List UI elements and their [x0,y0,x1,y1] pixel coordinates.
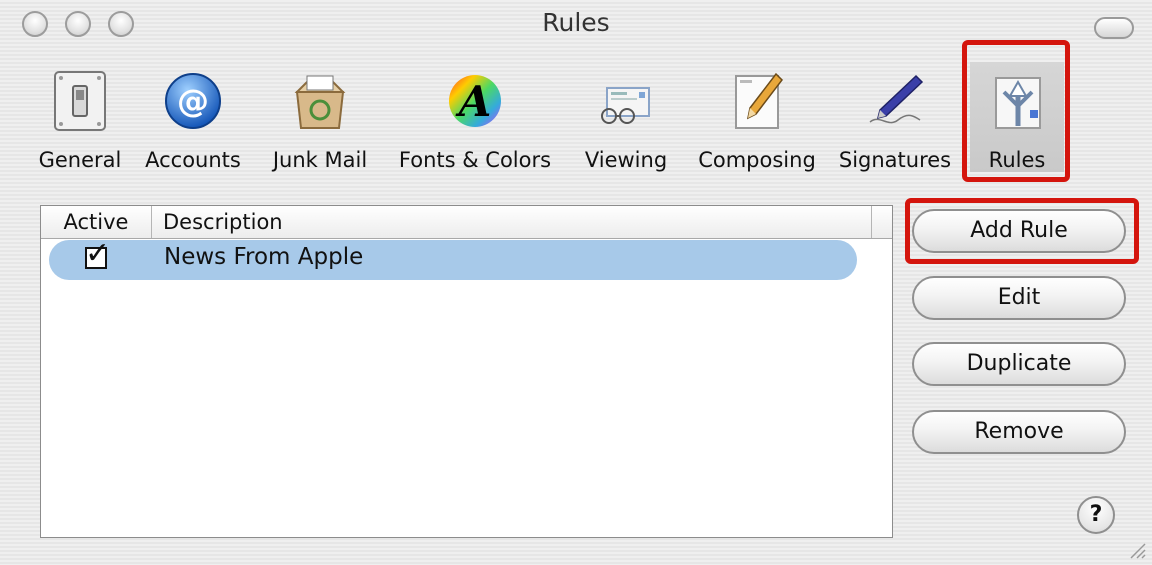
checkmark-icon: ✓ [85,236,111,271]
tab-fonts-colors-label: Fonts & Colors [398,148,552,172]
preferences-window: Rules General @ Accounts Junk Mail A Fon… [0,0,1152,565]
tab-accounts-label: Accounts [145,148,241,172]
rule-description: News From Apple [164,244,364,270]
glasses-icon [601,87,650,124]
rules-table[interactable]: Active Description ✓ News From Apple [40,205,893,538]
tab-junk-mail-label: Junk Mail [272,148,368,172]
duplicate-button[interactable]: Duplicate [912,342,1126,386]
rules-tab-highlight [962,40,1070,182]
help-button[interactable]: ? [1077,496,1115,534]
table-header: Active Description [41,206,892,239]
at-icon: @ [165,73,221,129]
tab-composing-label: Composing [698,148,816,172]
tab-fonts-colors[interactable]: A Fonts & Colors [388,62,562,172]
pencil-icon [735,72,783,129]
add-rule-highlight [905,198,1139,264]
svg-text:@: @ [177,82,209,120]
toolbar-toggle-button[interactable] [1094,17,1134,39]
resize-grip-icon[interactable] [1128,541,1146,559]
font-color-icon: A [449,75,501,127]
column-header-description[interactable]: Description [153,206,872,238]
edit-button[interactable]: Edit [912,276,1126,320]
tab-viewing[interactable]: Viewing [574,62,678,172]
tab-junk-mail[interactable]: Junk Mail [262,62,378,172]
tab-signatures[interactable]: Signatures [836,62,954,172]
tab-general[interactable]: General [28,62,132,172]
tab-composing[interactable]: Composing [686,62,828,172]
column-header-active[interactable]: Active [41,206,152,238]
active-checkbox[interactable]: ✓ [85,239,110,269]
tab-signatures-label: Signatures [838,148,952,172]
switch-icon [54,71,106,131]
remove-button[interactable]: Remove [912,410,1126,454]
tab-accounts[interactable]: @ Accounts [138,62,248,172]
pen-icon [869,74,924,124]
junk-box-icon [294,75,346,129]
svg-text:A: A [455,77,492,126]
window-title: Rules [542,8,610,37]
table-row[interactable]: ✓ News From Apple [49,239,857,280]
tab-general-label: General [38,148,122,172]
tab-viewing-label: Viewing [584,148,668,172]
